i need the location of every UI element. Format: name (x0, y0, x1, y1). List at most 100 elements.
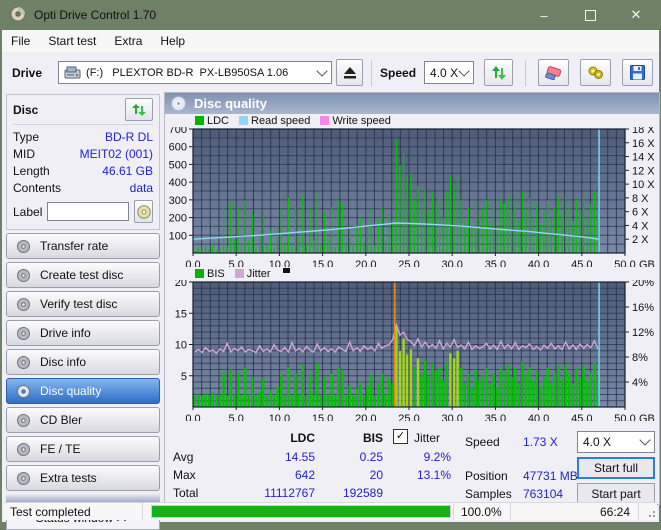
menu-start-test[interactable]: Start test (39, 30, 105, 52)
disc-refresh-button[interactable] (125, 98, 153, 121)
sidebar-item-drive-info[interactable]: Drive info (6, 320, 160, 346)
separator (525, 59, 527, 86)
bis-column-header: BIS (362, 431, 383, 445)
panel-title: Disc quality (194, 96, 267, 111)
menu-help[interactable]: Help (151, 30, 194, 52)
svg-text:5.0: 5.0 (229, 259, 244, 267)
svg-text:30.0: 30.0 (441, 259, 462, 267)
sidebar-item-extra-tests[interactable]: Extra tests (6, 465, 160, 491)
position-stat-value: 47731 MB (523, 469, 578, 483)
svg-text:0.0: 0.0 (185, 413, 200, 421)
save-button[interactable] (622, 59, 654, 86)
menubar: File Start test Extra Help (2, 30, 659, 53)
cd-icon (136, 204, 151, 219)
svg-text:700: 700 (169, 127, 187, 136)
tools-button[interactable] (580, 59, 612, 86)
sidebar-item-disc-info[interactable]: Disc info (6, 349, 160, 375)
sidebar-item-fe-te[interactable]: FE / TE (6, 436, 160, 462)
sidebar-item-create-test-disc[interactable]: Create test disc (6, 262, 160, 288)
disc-field-length: Length 46.61 GB (13, 164, 153, 178)
maximize-icon (584, 9, 596, 21)
sidebar-item-disc-quality[interactable]: Disc quality (6, 378, 160, 404)
maximize-button[interactable] (567, 0, 613, 30)
sidebar-item-cd-bler[interactable]: CD Bler (6, 407, 160, 433)
close-button[interactable]: ✕ (613, 0, 659, 30)
svg-text:25.0: 25.0 (398, 259, 419, 267)
jitter-checkbox[interactable]: ✓ (393, 429, 408, 444)
progress-bar (151, 505, 451, 518)
max-row-label: Max (173, 468, 196, 482)
disc-icon (17, 442, 30, 456)
panel-header: Disc quality (165, 93, 659, 114)
svg-text:10: 10 (175, 340, 187, 352)
drive-value: (F:) PLEXTOR BD-R PX-LB950SA 1.06 (86, 66, 289, 79)
svg-text:45.0: 45.0 (571, 259, 592, 267)
svg-text:20: 20 (175, 280, 187, 289)
svg-text:35.0: 35.0 (485, 259, 506, 267)
svg-text:16 X: 16 X (632, 138, 655, 150)
menu-extra[interactable]: Extra (105, 30, 151, 52)
svg-text:25.0: 25.0 (398, 413, 419, 421)
sidebar-item-transfer-rate[interactable]: Transfer rate (6, 233, 160, 259)
speed-value: 4.0 X (430, 65, 459, 80)
bis-total-value: 192589 (342, 486, 383, 500)
statusbar: Test completed 100.0% 66:24 (4, 502, 657, 520)
resize-grip[interactable] (645, 507, 655, 517)
svg-text:14 X: 14 X (632, 152, 655, 164)
disc-icon (17, 355, 30, 369)
svg-text:10 X: 10 X (632, 179, 655, 191)
svg-text:18 X: 18 X (632, 127, 655, 136)
avg-row-label: Avg (173, 450, 194, 464)
svg-text:15: 15 (175, 308, 187, 320)
disc-icon (17, 239, 30, 253)
eject-icon (343, 66, 356, 78)
bis-jitter-chart: 20 15 10 5 20% 16% 12% 8% 4% 0.0 5.0 10.0 15.0 20.0 25… (175, 280, 655, 421)
app-window: Opti Drive Control 1.70 – ✕ File Start te… (0, 0, 661, 530)
titlebar: Opti Drive Control 1.70 – ✕ (2, 0, 659, 30)
refresh-icon (132, 103, 146, 116)
test-speed-select[interactable]: 4.0 X (577, 431, 655, 453)
label-field-label: Label (13, 204, 43, 219)
disc-icon (17, 384, 30, 398)
svg-text:100: 100 (169, 230, 187, 242)
eject-button[interactable] (336, 59, 364, 86)
minimize-button[interactable]: – (521, 0, 567, 30)
disc-label-button[interactable] (134, 200, 153, 223)
drive-label: Drive (12, 65, 43, 80)
svg-text:20.0: 20.0 (355, 413, 376, 421)
legend-jitter: Jitter (234, 268, 271, 280)
svg-text:400: 400 (169, 177, 187, 189)
chart1-legend: LDC Read speed Write speed (195, 114, 659, 127)
disc-panel-title: Disc (13, 102, 39, 117)
progress-fill (152, 506, 450, 517)
svg-text:50.0: 50.0 (614, 259, 635, 267)
erase-disc-button[interactable] (538, 59, 570, 86)
svg-text:300: 300 (169, 195, 187, 207)
svg-text:15.0: 15.0 (312, 259, 333, 267)
speed-stat-value: 1.73 X (523, 435, 558, 449)
svg-text:2 X: 2 X (632, 234, 649, 246)
samples-stat-value: 763104 (523, 487, 564, 501)
label-input[interactable] (47, 202, 130, 221)
svg-text:4 X: 4 X (632, 220, 649, 232)
speed-label: Speed (380, 65, 417, 80)
svg-text:12 X: 12 X (632, 165, 655, 177)
svg-text:5: 5 (181, 371, 187, 383)
drive-icon (64, 66, 81, 78)
svg-text:35.0: 35.0 (485, 413, 506, 421)
chart2-legend: BIS Jitter (195, 267, 659, 280)
speed-select[interactable]: 4.0 X (424, 61, 475, 84)
position-stat-label: Position (465, 469, 508, 483)
legend-marker (282, 268, 290, 273)
start-full-button[interactable]: Start full (577, 457, 655, 479)
save-icon (630, 65, 646, 80)
svg-text:40.0: 40.0 (528, 413, 549, 421)
app-icon (10, 6, 26, 25)
sidebar-item-verify-test-disc[interactable]: Verify test disc (6, 291, 160, 317)
drive-select[interactable]: (F:) PLEXTOR BD-R PX-LB950SA 1.06 (58, 61, 333, 84)
menu-file[interactable]: File (2, 30, 39, 52)
refresh-button[interactable] (484, 59, 514, 86)
sidebar: Disc Type BD-R DL MID MEIT02 (001) Length 46.… (6, 94, 160, 530)
legend-write-speed: Write speed (320, 115, 391, 127)
svg-text:500: 500 (169, 159, 187, 171)
